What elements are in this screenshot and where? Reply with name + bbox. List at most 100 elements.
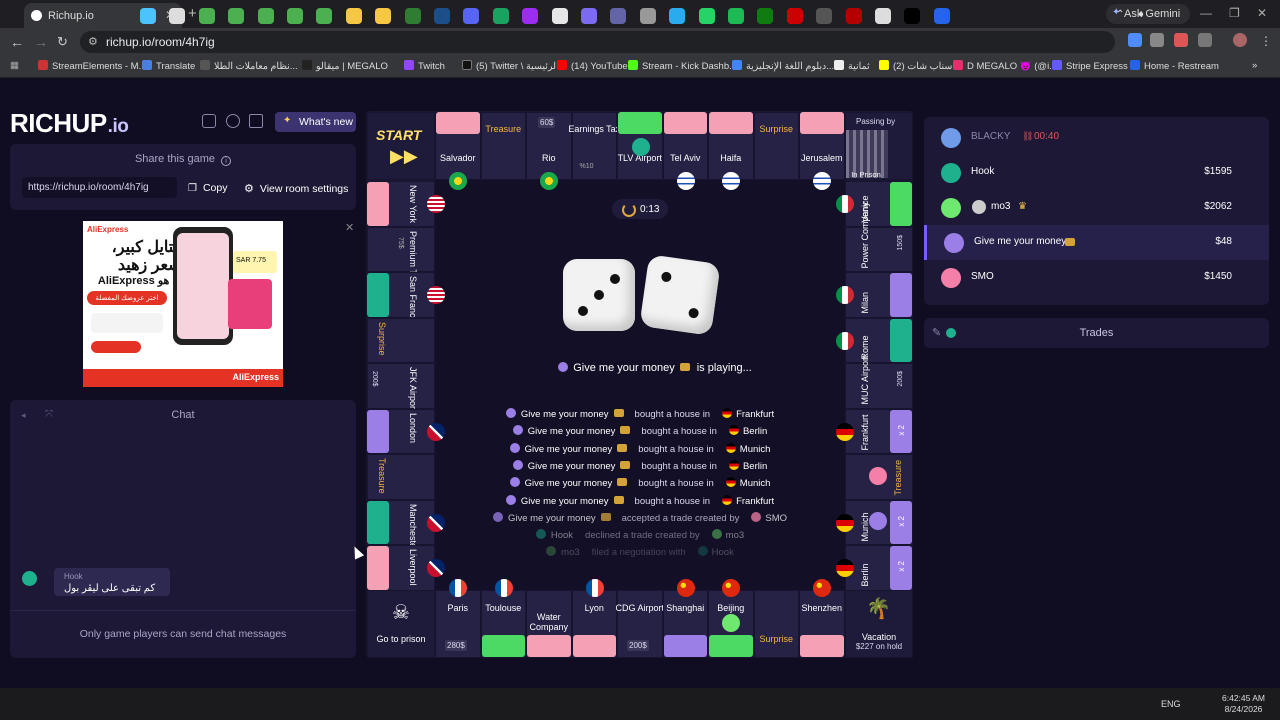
board-cell-surprise[interactable] <box>753 112 799 180</box>
money-bag-icon <box>600 512 611 521</box>
ad-feature-icons <box>91 313 163 333</box>
bookmark[interactable]: (14) YouTube <box>557 60 628 72</box>
bookmark[interactable]: Stream - Kick Dashb... <box>628 60 737 72</box>
bookmark[interactable]: ثمانية <box>834 60 870 72</box>
board-cell-premium-tax[interactable] <box>367 226 435 272</box>
taskbar-app-icon[interactable] <box>345 8 362 24</box>
extension-icon[interactable] <box>1128 33 1142 47</box>
taskbar-app-icon[interactable] <box>522 8 539 24</box>
die[interactable] <box>639 254 721 336</box>
log-target: SMO <box>765 512 788 524</box>
bookmark[interactable]: Translate <box>142 60 195 72</box>
puzzle-icon[interactable] <box>1198 33 1212 47</box>
info-icon[interactable]: i <box>221 156 232 166</box>
taskbar-app-icon[interactable] <box>228 8 245 24</box>
taskbar-app-icon[interactable] <box>316 8 333 24</box>
taskbar-app-icon[interactable] <box>845 8 862 24</box>
player-row[interactable]: SMO $1450 <box>924 260 1269 295</box>
address-bar[interactable]: ⚙ richup.io/room/4h7ig <box>80 31 1115 53</box>
taskbar-app-icon[interactable] <box>698 8 715 24</box>
mute-icon[interactable] <box>249 114 263 128</box>
taskbar-app-icon[interactable] <box>287 8 303 24</box>
taskbar-app-icon[interactable] <box>463 8 480 24</box>
board-cell-treasure[interactable] <box>480 112 526 180</box>
die[interactable] <box>563 259 635 331</box>
bookmark[interactable]: Stripe Express <box>1052 60 1128 72</box>
bookmark[interactable]: ميقالو | MEGALO <box>302 60 388 72</box>
advertisement[interactable]: AliExpress ستايل كبير، بسعر زهيد هذا هو … <box>83 221 283 387</box>
profile-avatar[interactable] <box>1233 33 1247 47</box>
browser-tab[interactable]: Richup.io ✕ <box>24 3 182 28</box>
bookmark[interactable]: StreamElements - M... <box>38 60 147 72</box>
taskbar-app-icon[interactable] <box>904 8 921 24</box>
discord-icon[interactable] <box>202 114 216 128</box>
turn-status: Give me your money is playing... <box>545 362 765 374</box>
player-row[interactable]: mo3 ♛ $2062 <box>924 190 1269 225</box>
language-indicator[interactable]: ENG <box>1161 699 1181 709</box>
player-row[interactable]: BLACKY 00:40 ⛓ <box>924 120 1269 155</box>
help-icon[interactable] <box>226 114 240 128</box>
taskbar-app-icon[interactable] <box>816 8 833 24</box>
apps-icon[interactable]: ▦ <box>10 60 19 71</box>
player-row[interactable]: Hook $1595 <box>924 155 1269 190</box>
tray-chevron-icon[interactable]: ⌃ <box>1116 9 1132 25</box>
taskbar-app-icon[interactable] <box>198 8 215 24</box>
richup-logo[interactable]: RICHUP.io <box>10 108 129 139</box>
bookmark[interactable]: دبلوم اللغة الإنجليزية... <box>732 60 834 72</box>
bookmark[interactable]: Home - Restream <box>1130 60 1219 72</box>
shield-icon[interactable] <box>1150 33 1164 47</box>
share-url-field[interactable]: https://richup.io/room/4h7ig <box>22 177 177 198</box>
board-cell-surprise[interactable] <box>753 590 799 658</box>
whats-new-button[interactable]: What's new <box>275 112 356 132</box>
back-icon[interactable]: ← <box>10 34 24 50</box>
taskbar-app-icon[interactable] <box>404 8 421 24</box>
window-close-icon[interactable]: ✕ <box>1257 6 1267 20</box>
taskbar-app-icon[interactable] <box>581 8 597 24</box>
taskbar-app-icon[interactable] <box>434 8 450 24</box>
taskbar-app-icon[interactable] <box>140 8 156 24</box>
taskbar-app-icon[interactable] <box>786 8 803 24</box>
log-action: bought a house in <box>634 495 711 507</box>
view-room-settings-button[interactable]: View room settings <box>238 177 349 198</box>
bookmark[interactable]: نظام معاملات الطلا... <box>200 60 298 72</box>
trades-panel[interactable]: ✎ Trades <box>924 318 1269 348</box>
site-info-icon[interactable]: ⚙ <box>88 35 98 48</box>
new-tab-icon[interactable]: + <box>188 5 197 22</box>
ad-app-button <box>91 341 141 353</box>
reload-icon[interactable]: ↻ <box>57 34 68 50</box>
bookmark[interactable]: D MEGALO 😈 (@i... <box>953 60 1057 72</box>
clock[interactable]: 6:42:45 AM 8/24/2026 <box>1222 693 1265 715</box>
taskbar-app-icon[interactable] <box>169 8 186 24</box>
minimize-icon[interactable]: — <box>1200 6 1212 20</box>
taskbar-app-icon[interactable] <box>257 8 274 24</box>
bookmark[interactable]: (5) Twitter \ الرئيسية <box>462 60 559 72</box>
taskbar-app-icon[interactable] <box>933 8 950 24</box>
board-cell-earnings-tax[interactable] <box>571 112 617 180</box>
taskbar-app-icon[interactable] <box>639 8 656 24</box>
bookmark[interactable]: (2) سناب شات <box>879 60 952 72</box>
ad-cta[interactable]: اختر عروضك المفضلة <box>87 291 167 305</box>
cell-name: Salvador <box>439 153 476 163</box>
taskbar-app-icon[interactable] <box>610 8 627 24</box>
taskbar-app-icon[interactable] <box>669 8 686 24</box>
extension-icon[interactable] <box>1174 33 1188 47</box>
bookmark[interactable]: Twitch <box>404 60 445 72</box>
player-pawn <box>869 512 887 530</box>
taskbar-app-icon[interactable] <box>492 8 509 24</box>
ad-close-icon[interactable]: ✕ <box>345 221 354 234</box>
forward-icon[interactable]: → <box>34 34 48 50</box>
log-player: Give me your money <box>527 460 616 472</box>
taskbar-app-icon[interactable] <box>757 8 774 24</box>
taskbar-app-icon[interactable] <box>728 8 744 24</box>
player-row[interactable]: Give me your money $48 <box>924 225 1269 260</box>
more-bookmarks-icon[interactable]: » <box>1252 60 1257 71</box>
microphone-icon[interactable]: ● <box>1138 9 1154 25</box>
copy-button[interactable]: Copy <box>182 177 228 198</box>
color-strip <box>436 112 480 134</box>
taskbar-app-icon[interactable] <box>551 8 568 24</box>
taskbar-app-icon[interactable] <box>375 8 392 24</box>
menu-icon[interactable]: ⋮ <box>1260 34 1272 48</box>
player-money: $48 <box>1215 236 1232 247</box>
taskbar-app-icon[interactable] <box>875 8 891 24</box>
restore-icon[interactable]: ❐ <box>1229 6 1240 20</box>
